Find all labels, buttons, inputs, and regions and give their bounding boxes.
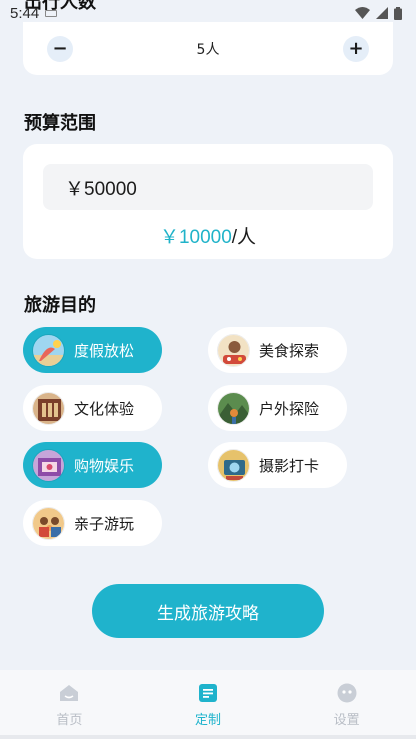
tab-settings[interactable]: 设置 — [277, 670, 416, 739]
purpose-option-food[interactable]: 美食探索 — [208, 327, 347, 373]
purpose-option-culture[interactable]: 文化体验 — [23, 385, 162, 431]
home-indicator-area — [0, 735, 416, 739]
purpose-option-label: 亲子游玩 — [74, 514, 135, 533]
decrease-people-button[interactable]: − — [47, 35, 73, 62]
purpose-option-vacation[interactable]: 度假放松 — [23, 327, 162, 373]
budget-per-person: ￥10000/人 — [23, 222, 393, 249]
keyboard-icon — [45, 9, 58, 17]
increase-people-button[interactable]: + — [342, 35, 369, 62]
per-person-amount: ￥10000 — [159, 227, 232, 248]
people-count: 5人 — [196, 41, 220, 58]
status-time: 5:44 — [10, 4, 40, 22]
tab-label: 定制 — [195, 713, 222, 728]
purpose-option-outdoor[interactable]: 户外探险 — [208, 385, 347, 431]
home-icon — [60, 685, 79, 701]
beach-icon — [32, 333, 65, 367]
camera-icon — [217, 448, 250, 482]
purpose-option-label: 美食探索 — [259, 341, 320, 360]
wifi-icon — [355, 7, 370, 19]
budget-input[interactable]: ￥50000 — [43, 164, 373, 210]
custom-icon — [199, 684, 217, 702]
purpose-option-label: 度假放松 — [74, 341, 135, 360]
purpose-option-label: 购物娱乐 — [74, 456, 135, 475]
signal-icon — [376, 7, 388, 19]
per-person-unit: /人 — [231, 227, 257, 248]
purpose-option-label: 文化体验 — [74, 399, 135, 418]
settings-icon — [337, 683, 357, 703]
shopping-icon — [32, 448, 65, 482]
purpose-option-label: 户外探险 — [259, 399, 320, 418]
outdoor-icon — [217, 391, 250, 425]
generate-guide-button[interactable]: 生成旅游攻略 — [92, 584, 324, 638]
people-stepper: − 5人 + — [23, 22, 393, 75]
budget-section-title: 预算范围 — [24, 113, 96, 134]
tab-label: 设置 — [333, 713, 360, 728]
budget-card: ￥50000 ￥10000/人 — [23, 144, 393, 259]
purpose-section-title: 旅游目的 — [24, 295, 96, 316]
food-icon — [217, 333, 250, 367]
trip-customize-page: 出行人数 5:44 − 5人 + 预算范围 ￥50000 ￥10000/人 旅游… — [0, 0, 416, 739]
battery-icon — [394, 6, 402, 20]
tab-customize[interactable]: 定制 — [139, 670, 278, 739]
tab-home[interactable]: 首页 — [0, 670, 139, 739]
tab-label: 首页 — [56, 713, 83, 728]
purpose-option-shopping[interactable]: 购物娱乐 — [23, 442, 162, 488]
purpose-option-photography[interactable]: 摄影打卡 — [208, 442, 347, 488]
status-icons — [355, 6, 402, 20]
family-icon — [32, 506, 65, 540]
culture-icon — [32, 391, 65, 425]
purpose-option-family[interactable]: 亲子游玩 — [23, 500, 162, 546]
purpose-option-label: 摄影打卡 — [259, 456, 320, 475]
bottom-tab-bar: 首页 定制 设置 — [0, 670, 416, 739]
